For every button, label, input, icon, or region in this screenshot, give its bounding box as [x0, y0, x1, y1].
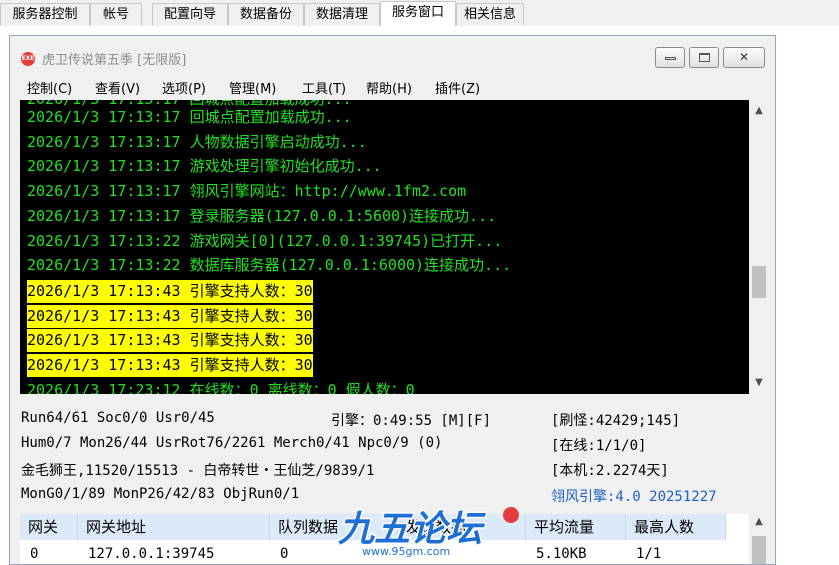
status-refresh: [刷怪:42429;145]: [551, 413, 681, 429]
table-header-max-users[interactable]: 最高人数: [626, 514, 726, 540]
console-scrollbar[interactable]: ▲ ▼: [749, 100, 769, 394]
menu-tools[interactable]: 工具(T): [302, 78, 346, 97]
table-header-gateway[interactable]: 网关: [20, 514, 78, 540]
status-local: [本机:2.2274天]: [551, 463, 669, 479]
menu-plugins[interactable]: 插件(Z): [435, 78, 480, 97]
table-scrollbar[interactable]: ▲: [749, 514, 769, 564]
tab-data-backup[interactable]: 数据备份: [228, 3, 304, 25]
status-hum: Hum0/7 Mon26/44 UsrRot76/2261 Merch0/41 …: [21, 435, 443, 451]
log-line-highlighted: 2026/1/3 17:13:43 引擎支持人数：30: [27, 280, 313, 303]
menu-view[interactable]: 查看(V): [95, 78, 140, 97]
status-boss: 金毛狮王,11520/15513 - 白帝转世・王仙芝/9839/1: [21, 463, 375, 479]
scroll-up-arrow-icon[interactable]: ▲: [749, 516, 769, 527]
tab-service-window[interactable]: 服务窗口: [380, 1, 456, 26]
log-line: 2026/1/3 17:13:17 登录服务器(127.0.0.1:5600)连…: [27, 207, 497, 225]
tab-related-info[interactable]: 相关信息: [456, 3, 524, 25]
menu-manage[interactable]: 管理(M): [229, 78, 276, 97]
server-window: EXE 虎卫传说第五季 [无限版] ✕ 控制(C) 查看(V) 选项(P) 管理…: [9, 35, 776, 565]
log-line: 2026/1/3 17:13:22 数据库服务器(127.0.0.1:6000)…: [27, 256, 512, 274]
tab-account[interactable]: 帐号: [90, 3, 142, 25]
scrollbar-thumb[interactable]: [752, 266, 766, 298]
table-cell[interactable]: 127.0.0.1:39745: [78, 542, 214, 564]
minimize-icon: [665, 57, 676, 60]
log-console[interactable]: 2026/1/3 17:13:17 回城点配置加载成功... 2026/1/3 …: [20, 100, 769, 394]
app-icon: EXE: [21, 52, 35, 66]
svg-text:www.95gm.com: www.95gm.com: [362, 545, 450, 558]
log-line: 2026/1/3 17:13:17 翎风引擎网站：http://www.1fm2…: [27, 182, 467, 200]
log-line-highlighted: 2026/1/3 17:13:43 引擎支持人数：30: [27, 305, 313, 328]
table-cell[interactable]: 1/1: [626, 542, 661, 564]
table-header-avg-traffic[interactable]: 平均流量: [526, 514, 626, 540]
tab-data-cleanup[interactable]: 数据清理: [304, 3, 380, 25]
tab-server-control[interactable]: 服务器控制: [0, 3, 90, 25]
window-title: 虎卫传说第五季 [无限版]: [42, 53, 187, 68]
top-tab-strip: 服务器控制 帐号 配置向导 数据备份 数据清理 服务窗口 相关信息: [0, 0, 839, 27]
menu-help[interactable]: 帮助(H): [366, 78, 412, 97]
status-online: [在线:1/1/0]: [551, 438, 647, 454]
log-line-highlighted: 2026/1/3 17:13:43 引擎支持人数：30: [27, 329, 313, 352]
log-line: 2026/1/3 17:13:17 人物数据引擎启动成功...: [27, 133, 367, 151]
log-line-highlighted: 2026/1/3 17:13:43 引擎支持人数：30: [27, 354, 313, 377]
scroll-down-arrow-icon[interactable]: ▼: [749, 374, 769, 392]
restore-icon: [699, 53, 710, 62]
log-line: 2026/1/3 17:23:12 在线数：0 离线数：0 假人数：0: [27, 381, 415, 394]
table-header-address[interactable]: 网关地址: [78, 514, 270, 540]
minimize-button[interactable]: [655, 47, 685, 68]
scroll-up-arrow-icon[interactable]: ▲: [749, 102, 769, 120]
table-cell[interactable]: 0: [20, 542, 38, 564]
menu-control[interactable]: 控制(C): [27, 78, 72, 97]
close-icon: ✕: [738, 50, 750, 64]
close-button[interactable]: ✕: [723, 47, 765, 68]
log-line: 2026/1/3 17:13:17 回城点配置加载成功...: [27, 108, 352, 126]
tab-config-wizard[interactable]: 配置向导: [152, 3, 228, 25]
engine-version: 翎风引擎:4.0 20251227: [551, 489, 717, 505]
menu-bar: 控制(C) 查看(V) 选项(P) 管理(M) 工具(T) 帮助(H) 插件(Z…: [10, 74, 775, 98]
table-cell[interactable]: 0: [270, 542, 288, 564]
table-cell[interactable]: 5.10KB: [526, 542, 587, 564]
status-mon: MonG0/1/89 MonP26/42/83 ObjRun0/1: [21, 486, 300, 502]
restore-button[interactable]: [689, 47, 719, 68]
log-line: 2026/1/3 17:13:22 游戏网关[0](127.0.0.1:3974…: [27, 232, 503, 250]
status-run: Run64/61 Soc0/0 Usr0/45: [21, 410, 215, 426]
menu-options[interactable]: 选项(P): [162, 78, 206, 97]
scrollbar-thumb[interactable]: [752, 536, 766, 564]
svg-text:九五论坛: 九五论坛: [338, 509, 486, 550]
log-line: 2026/1/3 17:13:17 游戏处理引擎初始化成功...: [27, 157, 382, 175]
status-engine-time: 引擎：0:49:55 [M][F]: [331, 413, 492, 429]
site-watermark-logo: 九五论坛 www.95gm.com: [336, 503, 526, 559]
window-titlebar[interactable]: EXE 虎卫传说第五季 [无限版] ✕: [10, 36, 775, 74]
